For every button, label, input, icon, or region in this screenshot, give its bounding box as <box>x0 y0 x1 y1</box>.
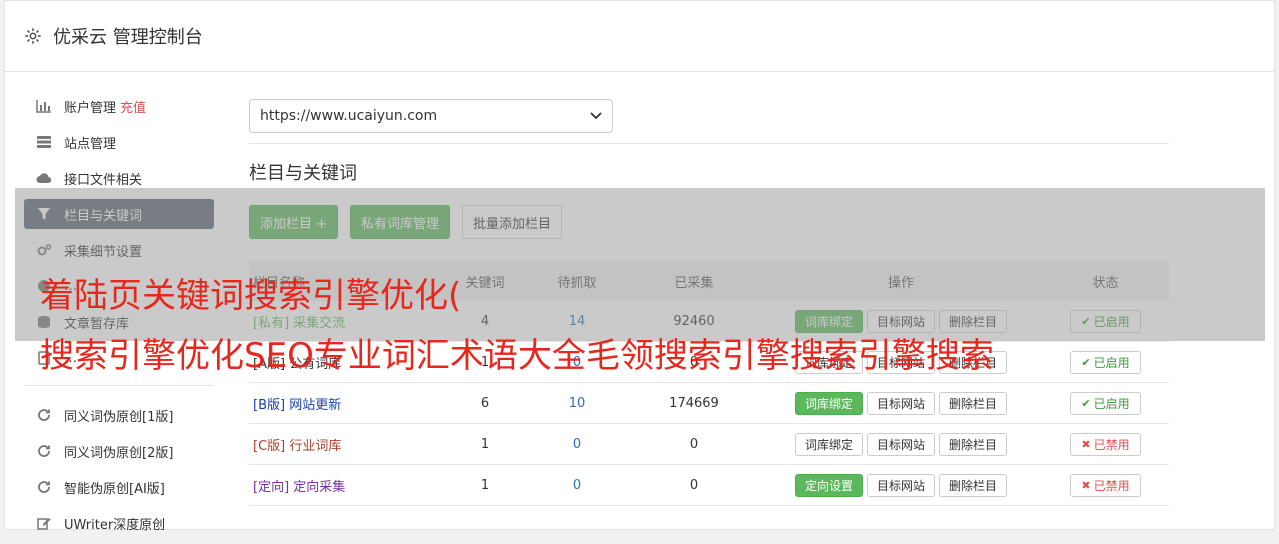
ops-cell: 定向设置 目标网站 删除栏目 <box>760 464 1042 506</box>
bind-library-button[interactable]: 词库绑定 <box>794 432 863 456</box>
pending-count[interactable]: 0 <box>526 464 628 506</box>
keyword-count: 1 <box>444 423 526 465</box>
bind-library-button[interactable]: 定向设置 <box>794 473 863 497</box>
column-tag: [定向] <box>253 479 290 495</box>
ad-overlay <box>15 188 1265 341</box>
section-title: 栏目与关键词 <box>249 163 357 184</box>
collected-count: 174669 <box>628 382 760 424</box>
sidebar-item-synonym-2[interactable]: 同义词伪原创[2版] <box>24 436 214 466</box>
table-row: [C版] 行业词库 1 0 0 词库绑定 目标网站 删除栏目 ✖ 已禁用 <box>249 423 1169 465</box>
status-label: 已禁用 <box>1093 478 1130 493</box>
edit-icon <box>36 515 52 531</box>
column-link[interactable]: [B版] 网站更新 <box>253 398 341 413</box>
column-tag: [B版] <box>253 397 286 413</box>
recharge-link[interactable]: 充值 <box>120 97 146 116</box>
sidebar-item-label: 接口文件相关 <box>64 172 143 188</box>
site-select-value: https://www.ucaiyun.com <box>260 108 438 124</box>
cloud-upload-icon <box>36 170 52 186</box>
status-cell: ✖ 已禁用 <box>1042 423 1169 465</box>
gear-icon <box>25 28 41 44</box>
status-cell: ✔已启用 <box>1042 382 1169 424</box>
keyword-count: 1 <box>444 464 526 506</box>
status-cell: ✖ 已禁用 <box>1042 464 1169 506</box>
refresh-icon <box>36 479 52 495</box>
pending-count[interactable]: 10 <box>526 382 628 424</box>
sidebar-item-uwriter[interactable]: UWriter深度原创 <box>24 508 214 538</box>
bind-library-button[interactable]: 词库绑定 <box>794 391 863 415</box>
collected-count: 0 <box>628 423 760 465</box>
refresh-icon <box>36 443 52 459</box>
table-row: [定向] 定向采集 1 0 0 定向设置 目标网站 删除栏目 ✖ 已禁用 <box>249 464 1169 506</box>
close-icon: ✖ <box>1081 478 1091 492</box>
sidebar-item-ai-rewrite[interactable]: 智能伪原创[AI版] <box>24 472 214 502</box>
status-toggle[interactable]: ✖ 已禁用 <box>1070 432 1141 456</box>
ad-headline-1: 着陆页关键词搜索引擎优化( <box>40 276 462 316</box>
sidebar-item-label: 智能伪原创[AI版] <box>64 481 165 497</box>
chevron-down-icon <box>590 112 602 120</box>
pending-count[interactable]: 0 <box>526 423 628 465</box>
refresh-icon <box>36 407 52 423</box>
ops-cell: 词库绑定目标网站删除栏目 <box>760 382 1042 424</box>
sidebar-item-synonym-1[interactable]: 同义词伪原创[1版] <box>24 400 214 430</box>
page-title: 优采云 管理控制台 <box>53 27 203 48</box>
column-link[interactable]: [定向] 定向采集 <box>253 480 345 495</box>
status-toggle[interactable]: ✔已启用 <box>1070 391 1141 415</box>
sidebar-item-label: 站点管理 <box>64 136 117 152</box>
column-name: 行业词库 <box>289 438 342 454</box>
keyword-count: 6 <box>444 382 526 424</box>
status-label: 已禁用 <box>1093 437 1130 452</box>
status-toggle[interactable]: ✖ 已禁用 <box>1070 473 1141 497</box>
ops-cell: 词库绑定目标网站删除栏目 <box>760 423 1042 465</box>
column-name: 定向采集 <box>293 479 346 495</box>
column-tag: [C版] <box>253 438 286 454</box>
bar-chart-icon <box>36 98 52 114</box>
delete-column-button[interactable]: 删除栏目 <box>939 432 1008 456</box>
check-icon: ✔ <box>1081 396 1091 410</box>
status-label: 已启用 <box>1093 396 1130 411</box>
header: 优采云 管理控制台 <box>5 1 1274 72</box>
column-name-cell: [定向] 定向采集 <box>249 464 444 506</box>
table-row: [B版] 网站更新 6 10 174669 词库绑定 目标网站 删除栏目 ✔ 已启用 <box>249 382 1169 424</box>
target-site-button[interactable]: 目标网站 <box>866 432 935 456</box>
column-name-cell: [C版] 行业词库 <box>249 423 444 465</box>
column-link[interactable]: [C版] 行业词库 <box>253 439 341 454</box>
site-select[interactable]: https://www.ucaiyun.com <box>249 99 613 133</box>
status-cell: ✔已启用 <box>1042 341 1169 383</box>
collected-count: 0 <box>628 464 760 506</box>
divider <box>249 143 1169 144</box>
status-label: 已启用 <box>1093 355 1130 370</box>
delete-column-button[interactable]: 删除栏目 <box>939 473 1008 497</box>
column-name: 网站更新 <box>289 397 342 413</box>
check-icon: ✔ <box>1081 355 1091 369</box>
server-icon <box>36 134 52 150</box>
sidebar-item-label: 账户管理 <box>64 100 117 116</box>
sidebar-item-account[interactable]: 账户管理 充值 <box>24 91 214 121</box>
column-name-cell: [B版] 网站更新 <box>249 382 444 424</box>
close-icon: ✖ <box>1081 437 1091 451</box>
sidebar-divider <box>24 385 214 386</box>
delete-column-button[interactable]: 删除栏目 <box>939 391 1008 415</box>
target-site-button[interactable]: 目标网站 <box>866 391 935 415</box>
sidebar-item-label: 同义词伪原创[2版] <box>64 445 174 461</box>
target-site-button[interactable]: 目标网站 <box>866 473 935 497</box>
sidebar-item-label: 同义词伪原创[1版] <box>64 409 174 425</box>
ad-headline-2: 搜索引擎优化SEO专业词汇术语大全毛领搜索引擎搜索引擎搜索 <box>40 336 994 376</box>
status-toggle[interactable]: ✔已启用 <box>1070 350 1141 374</box>
sidebar-item-sites[interactable]: 站点管理 <box>24 127 214 157</box>
